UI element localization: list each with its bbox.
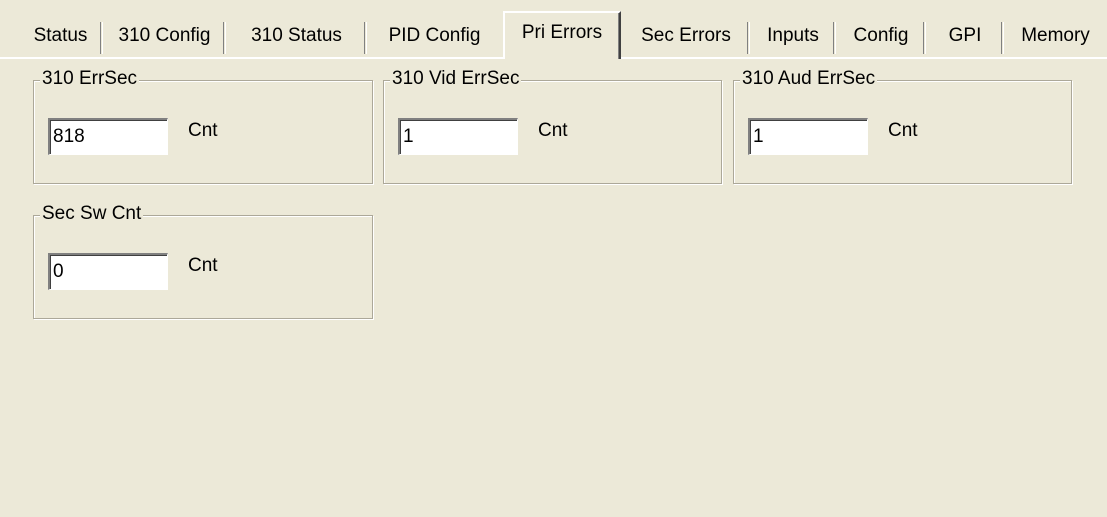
tab-sec-errors[interactable]: Sec Errors xyxy=(622,17,750,57)
group-sec-sw-cnt: Sec Sw Cnt Cnt xyxy=(33,202,373,319)
group-title: 310 ErrSec xyxy=(40,67,140,91)
tab-memory[interactable]: Memory xyxy=(1004,17,1107,57)
tab-label: Sec Errors xyxy=(641,25,731,46)
tab-status[interactable]: Status xyxy=(18,17,103,57)
tab-label: Config xyxy=(853,25,909,46)
tab-label: Memory xyxy=(1021,25,1090,46)
aud-errsec-count-field[interactable] xyxy=(748,118,868,155)
group-title: Sec Sw Cnt xyxy=(40,202,144,226)
tab-310-status[interactable]: 310 Status xyxy=(226,17,367,57)
sec-sw-count-field[interactable] xyxy=(48,253,168,290)
tab-gpi[interactable]: GPI xyxy=(926,17,1004,57)
tab-inputs[interactable]: Inputs xyxy=(750,17,836,57)
group-310-vid-errsec: 310 Vid ErrSec Cnt xyxy=(383,67,722,184)
tab-strip: Status 310 Config 310 Status PID Config … xyxy=(0,0,1107,59)
tab-label: Inputs xyxy=(767,25,819,46)
unit-label: Cnt xyxy=(888,120,918,141)
tab-config[interactable]: Config xyxy=(836,17,926,57)
unit-label: Cnt xyxy=(188,120,218,141)
group-310-errsec: 310 ErrSec Cnt xyxy=(33,67,373,184)
vid-errsec-count-field[interactable] xyxy=(398,118,518,155)
errsec-count-field[interactable] xyxy=(48,118,168,155)
tab-pid-config[interactable]: PID Config xyxy=(367,17,502,57)
tab-label: 310 Config xyxy=(118,25,211,46)
tab-label: 310 Status xyxy=(251,25,342,46)
group-310-aud-errsec: 310 Aud ErrSec Cnt xyxy=(733,67,1072,184)
tab-panel-pri-errors: 310 ErrSec Cnt 310 Vid ErrSec Cnt 310 Au… xyxy=(0,58,1107,517)
tab-label: Pri Errors xyxy=(521,22,603,43)
unit-label: Cnt xyxy=(538,120,568,141)
unit-label: Cnt xyxy=(188,255,218,276)
group-title: 310 Vid ErrSec xyxy=(390,67,522,91)
tab-label: Status xyxy=(33,25,88,46)
tab-label: GPI xyxy=(948,25,982,46)
tab-pri-errors[interactable]: Pri Errors xyxy=(503,11,621,59)
tab-310-config[interactable]: 310 Config xyxy=(103,17,226,57)
group-title: 310 Aud ErrSec xyxy=(740,67,878,91)
tab-label: PID Config xyxy=(388,25,481,46)
